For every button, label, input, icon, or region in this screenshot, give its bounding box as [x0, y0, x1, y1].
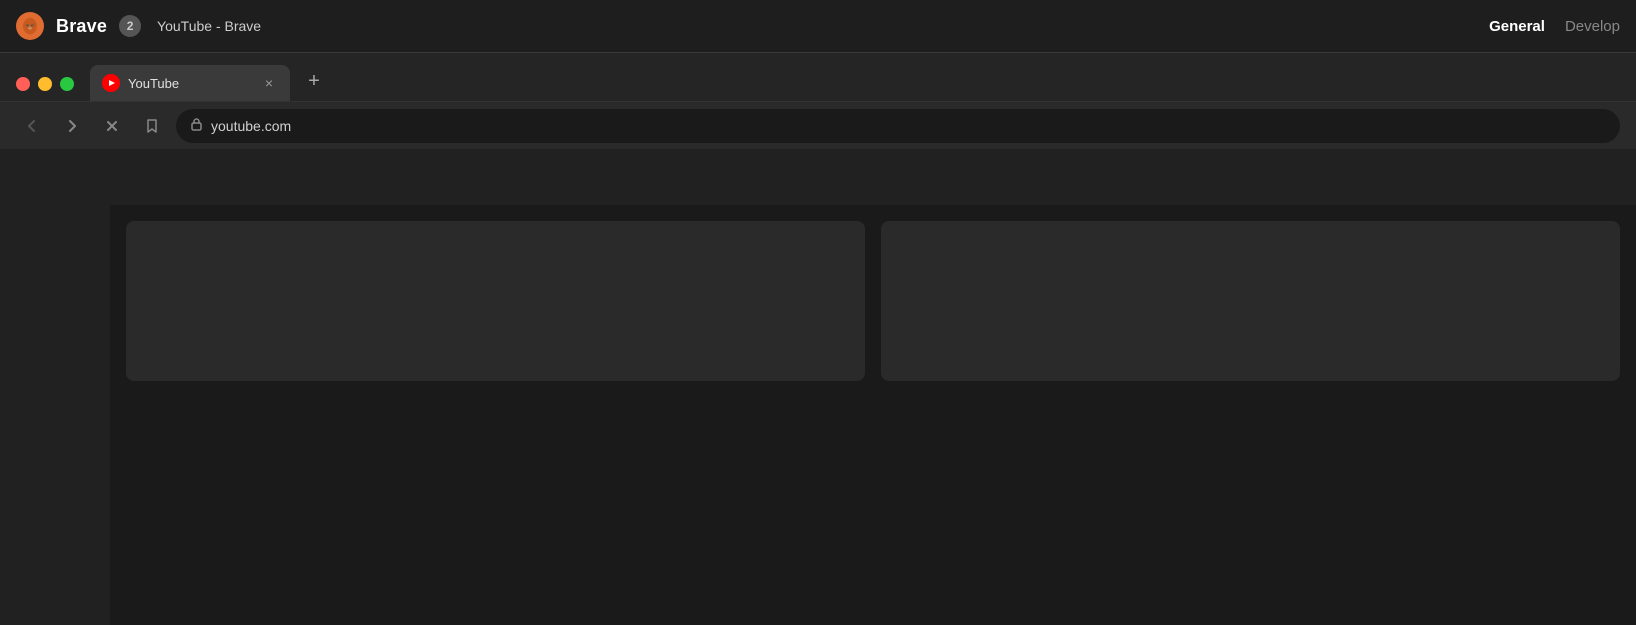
nav-bar: youtube.com [0, 101, 1636, 149]
window-controls [16, 77, 74, 101]
brave-logo-icon [16, 12, 44, 40]
title-bar: Brave 2 YouTube - Brave General Develop [0, 0, 1636, 52]
tab-count-badge: 2 [119, 15, 141, 37]
yt-main-content-skeleton [110, 205, 1636, 625]
forward-button[interactable] [56, 110, 88, 142]
back-button[interactable] [16, 110, 48, 142]
menu-item-develop[interactable]: Develop [1565, 18, 1620, 35]
maximize-button[interactable] [60, 77, 74, 91]
close-button[interactable] [16, 77, 30, 91]
new-tab-button[interactable]: + [298, 65, 330, 97]
tab-favicon-icon [102, 74, 120, 92]
active-tab[interactable]: YouTube × [90, 65, 290, 101]
address-url: youtube.com [211, 118, 291, 134]
app-name-label: Brave [56, 16, 107, 37]
yt-card-1 [126, 221, 865, 381]
lock-icon [190, 117, 203, 134]
browser-chrome: YouTube × + [0, 52, 1636, 149]
title-bar-menu: General Develop [1489, 18, 1620, 35]
yt-card-2 [881, 221, 1620, 381]
address-bar[interactable]: youtube.com [176, 109, 1620, 143]
stop-reload-button[interactable] [96, 110, 128, 142]
tab-title: YouTube [128, 76, 252, 91]
minimize-button[interactable] [38, 77, 52, 91]
tab-bar: YouTube × + [0, 53, 1636, 101]
menu-item-general[interactable]: General [1489, 18, 1545, 35]
yt-sidebar-skeleton [0, 205, 110, 625]
yt-top-bar-skeleton [0, 149, 1636, 205]
bookmark-button[interactable] [136, 110, 168, 142]
title-bar-page-title: YouTube - Brave [157, 18, 261, 34]
tab-close-button[interactable]: × [260, 74, 278, 92]
page-content [0, 149, 1636, 625]
